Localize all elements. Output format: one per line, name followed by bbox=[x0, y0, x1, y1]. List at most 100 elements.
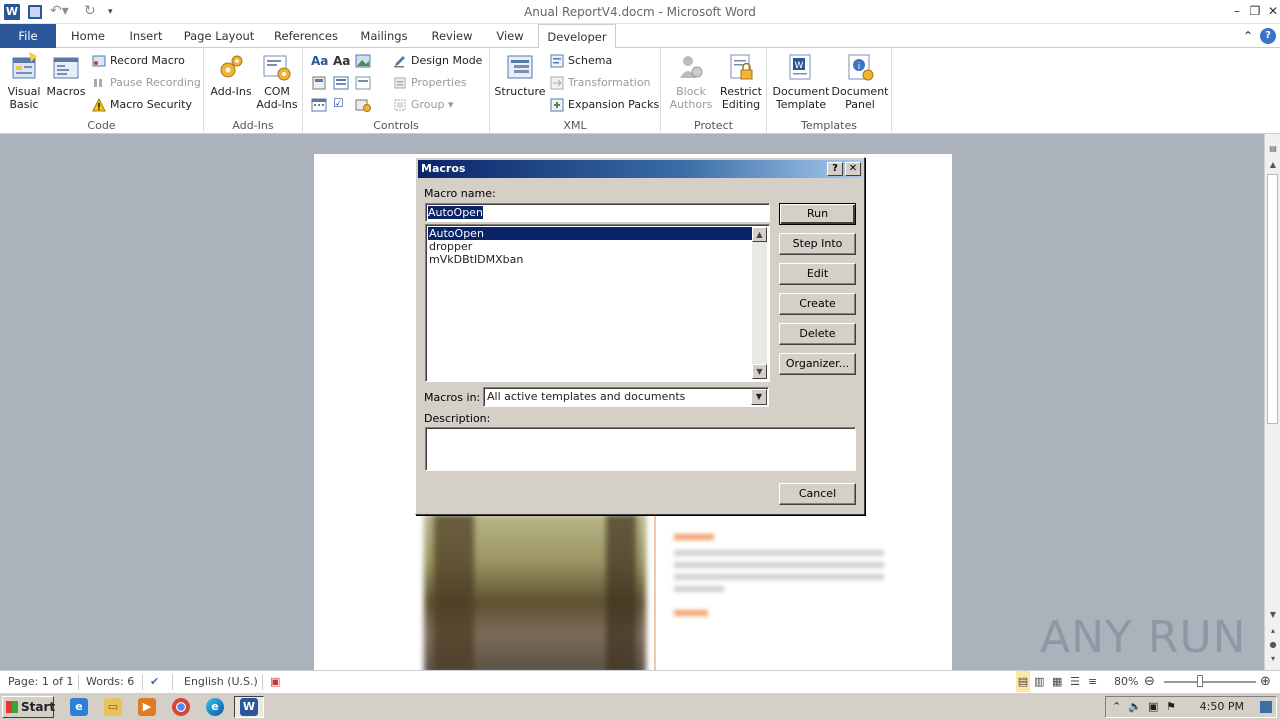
properties-button[interactable]: Properties bbox=[393, 73, 467, 93]
scroll-up-icon[interactable]: ▲ bbox=[1265, 158, 1280, 172]
list-scroll-up-icon[interactable]: ▲ bbox=[752, 227, 767, 242]
show-hidden-icons-icon[interactable]: ⌃ bbox=[1112, 697, 1121, 719]
web-layout-icon[interactable]: ▦ bbox=[1052, 671, 1062, 693]
group-label-xml: XML bbox=[563, 119, 587, 132]
clock[interactable]: 4:50 PM bbox=[1200, 697, 1244, 717]
transformation-button[interactable]: Transformation bbox=[550, 73, 651, 93]
organizer-button[interactable]: Organizer... bbox=[779, 353, 856, 375]
folder-icon[interactable]: ▭ bbox=[104, 698, 122, 716]
drop-down-list-icon[interactable] bbox=[355, 75, 371, 91]
tab-developer[interactable]: Developer bbox=[538, 24, 616, 49]
ruler-toggle-icon[interactable]: ▤ bbox=[1265, 142, 1280, 156]
tab-mailings[interactable]: Mailings bbox=[352, 24, 416, 48]
legacy-tools-icon[interactable] bbox=[355, 97, 371, 113]
draft-icon[interactable]: ≡ bbox=[1088, 671, 1097, 693]
tab-file[interactable]: File bbox=[0, 24, 56, 48]
zoom-slider-thumb[interactable] bbox=[1196, 675, 1203, 687]
word-count[interactable]: Words: 6 bbox=[86, 671, 134, 693]
macro-list-scrollbar[interactable]: ▲ ▼ bbox=[752, 227, 767, 379]
plain-text-control-icon[interactable]: Aa bbox=[333, 54, 350, 70]
full-screen-reading-icon[interactable]: ▥ bbox=[1034, 671, 1044, 693]
list-item[interactable]: dropper bbox=[428, 240, 753, 253]
document-template-button[interactable]: W Document Template bbox=[771, 52, 831, 111]
tab-insert[interactable]: Insert bbox=[120, 24, 172, 48]
design-mode-button[interactable]: Design Mode bbox=[393, 51, 482, 71]
chrome-icon[interactable] bbox=[172, 698, 190, 716]
delete-button[interactable]: Delete bbox=[779, 323, 856, 345]
date-picker-icon[interactable] bbox=[311, 97, 327, 113]
chevron-down-icon[interactable]: ▼ bbox=[751, 389, 767, 405]
minimize-button[interactable]: – bbox=[1228, 2, 1246, 20]
tab-references[interactable]: References bbox=[266, 24, 346, 48]
expansion-packs-button[interactable]: Expansion Packs bbox=[550, 95, 659, 115]
action-center-flag-icon[interactable]: ⚑ bbox=[1166, 697, 1176, 719]
help-icon[interactable]: ? bbox=[1260, 28, 1276, 44]
addins-button[interactable]: Add-Ins bbox=[208, 52, 254, 98]
show-desktop-icon[interactable] bbox=[1260, 701, 1272, 713]
network-icon[interactable]: ▣ bbox=[1148, 697, 1158, 719]
block-authors-button[interactable]: Block Authors bbox=[665, 52, 717, 111]
zoom-out-icon[interactable]: ⊖ bbox=[1144, 671, 1155, 693]
restrict-editing-button[interactable]: Restrict Editing bbox=[715, 52, 767, 111]
tab-review[interactable]: Review bbox=[422, 24, 482, 48]
proofing-icon[interactable]: ✔ bbox=[150, 671, 159, 693]
picture-control-icon[interactable] bbox=[355, 53, 371, 69]
zoom-level[interactable]: 80% bbox=[1114, 671, 1138, 693]
record-macro-button[interactable]: Record Macro bbox=[92, 51, 185, 71]
dialog-title-bar[interactable]: Macros ? ✕ bbox=[418, 160, 862, 178]
volume-icon[interactable]: 🔈 bbox=[1128, 697, 1142, 719]
structure-button[interactable]: Structure bbox=[494, 52, 546, 98]
tab-home[interactable]: Home bbox=[62, 24, 114, 48]
print-layout-icon[interactable]: ▤ bbox=[1016, 671, 1030, 693]
close-button[interactable]: ✕ bbox=[1264, 2, 1280, 20]
zoom-in-icon[interactable]: ⊕ bbox=[1260, 671, 1271, 693]
svg-text:W: W bbox=[795, 61, 804, 71]
zoom-slider-track[interactable] bbox=[1164, 681, 1256, 683]
list-item[interactable]: mVkDBtIDMXban bbox=[428, 253, 753, 266]
document-panel-button[interactable]: i Document Panel bbox=[830, 52, 890, 111]
cancel-button[interactable]: Cancel bbox=[779, 483, 856, 505]
list-scroll-down-icon[interactable]: ▼ bbox=[752, 364, 767, 379]
dialog-close-button[interactable]: ✕ bbox=[845, 162, 861, 176]
select-browse-object-icon[interactable]: ● bbox=[1265, 638, 1280, 652]
group-button[interactable]: Group ▾ bbox=[393, 95, 454, 115]
media-player-icon[interactable]: ▶ bbox=[138, 698, 156, 716]
rich-text-control-icon[interactable]: Aa bbox=[311, 54, 328, 70]
vertical-scrollbar[interactable]: ▤ ▲ ▼ ▴ ● ▾ bbox=[1264, 134, 1280, 670]
tab-page-layout[interactable]: Page Layout bbox=[178, 24, 260, 48]
building-block-icon[interactable] bbox=[311, 75, 327, 91]
checkbox-control-icon[interactable]: ☑ bbox=[333, 96, 349, 112]
edge-icon[interactable]: e bbox=[206, 698, 224, 716]
previous-page-icon[interactable]: ▴ bbox=[1265, 624, 1280, 638]
description-label: Description: bbox=[424, 412, 491, 425]
minimize-ribbon-icon[interactable]: ⌃ bbox=[1240, 28, 1256, 44]
tab-view[interactable]: View bbox=[488, 24, 532, 48]
list-item[interactable]: AutoOpen bbox=[428, 227, 753, 240]
run-button[interactable]: Run bbox=[779, 203, 856, 225]
create-button[interactable]: Create bbox=[779, 293, 856, 315]
macro-recording-icon[interactable]: ▣ bbox=[270, 671, 280, 693]
macros-button[interactable]: Macros bbox=[46, 52, 86, 98]
restore-button[interactable]: ❐ bbox=[1246, 2, 1264, 20]
scroll-down-icon[interactable]: ▼ bbox=[1265, 608, 1280, 622]
dialog-help-button[interactable]: ? bbox=[827, 162, 843, 176]
step-into-button[interactable]: Step Into bbox=[779, 233, 856, 255]
macro-security-button[interactable]: Macro Security bbox=[92, 95, 192, 115]
schema-button[interactable]: Schema bbox=[550, 51, 612, 71]
visual-basic-button[interactable]: Visual Basic bbox=[4, 52, 44, 111]
language-indicator[interactable]: English (U.S.) bbox=[184, 671, 258, 693]
scrollbar-thumb[interactable] bbox=[1267, 174, 1278, 424]
page-count[interactable]: Page: 1 of 1 bbox=[8, 671, 73, 693]
macro-list[interactable]: AutoOpen dropper mVkDBtIDMXban ▲ ▼ bbox=[425, 224, 770, 382]
combo-box-icon[interactable] bbox=[333, 75, 349, 91]
outline-icon[interactable]: ☰ bbox=[1070, 671, 1080, 693]
word-icon[interactable]: W bbox=[240, 698, 258, 716]
com-addins-button[interactable]: COM Add-Ins bbox=[254, 52, 300, 111]
pause-recording-button[interactable]: Pause Recording bbox=[92, 73, 201, 93]
macros-in-select[interactable]: All active templates and documents ▼ bbox=[483, 387, 769, 407]
start-button[interactable]: Start bbox=[2, 696, 55, 718]
edit-button[interactable]: Edit bbox=[779, 263, 856, 285]
macro-name-input[interactable]: AutoOpen bbox=[425, 203, 770, 222]
next-page-icon[interactable]: ▾ bbox=[1265, 652, 1280, 666]
internet-explorer-icon[interactable]: e bbox=[70, 698, 88, 716]
